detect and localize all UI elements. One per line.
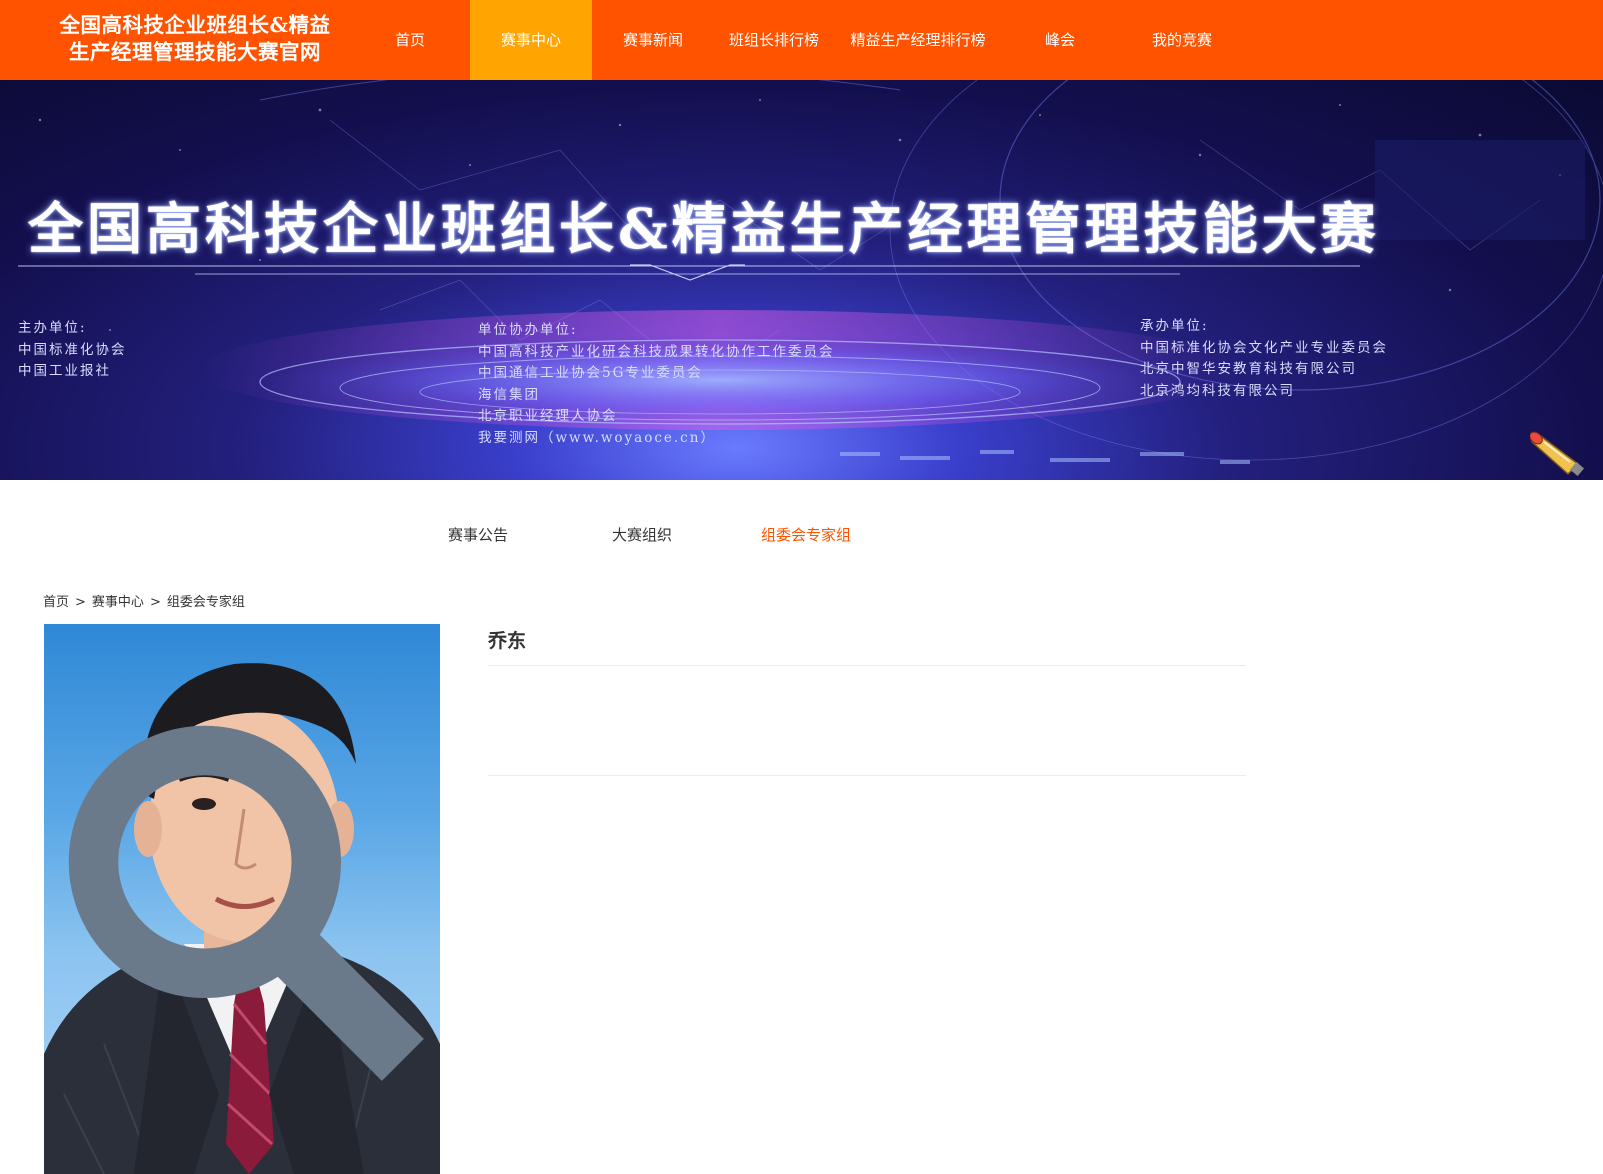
divider xyxy=(488,775,1246,776)
breadcrumb-home[interactable]: 首页 xyxy=(43,595,69,610)
nav-item-team-leader-ranking[interactable]: 班组长排行榜 xyxy=(718,0,830,80)
breadcrumb: 首页 > 赛事中心 > 组委会专家组 xyxy=(43,591,245,610)
co-organizer: 北京职业经理人协会 xyxy=(478,408,618,424)
logo-line-1: 全国高科技企业班组长&精益 xyxy=(59,13,331,37)
breadcrumb-separator: > xyxy=(75,595,86,610)
undertaker: 北京鸿均科技有限公司 xyxy=(1140,382,1295,399)
co-organizers: 单位协办单位: 中国高科技产业化研会科技成果转化协作工作委员会 中国通信工业协会… xyxy=(478,320,835,449)
megaphone-icon[interactable] xyxy=(1530,412,1600,480)
site-logo[interactable]: 全国高科技企业班组长&精益 生产经理管理技能大赛官网 xyxy=(40,12,350,66)
breadcrumb-separator: > xyxy=(149,595,161,610)
nav-item-summit[interactable]: 峰会 xyxy=(1012,0,1108,80)
nav-item-my-competition[interactable]: 我的竞赛 xyxy=(1130,0,1234,80)
logo-line-2: 生产经理管理技能大赛官网 xyxy=(69,40,321,64)
co-organizer: 我要测网（www.woyaoce.cn） xyxy=(478,429,716,446)
nav-item-home[interactable]: 首页 xyxy=(362,0,458,80)
expert-photo[interactable] xyxy=(44,624,440,1174)
top-nav-bar: 全国高科技企业班组长&精益 生产经理管理技能大赛官网 首页 赛事中心 赛事新闻 … xyxy=(0,0,1603,80)
breadcrumb-event-center[interactable]: 赛事中心 xyxy=(92,595,144,610)
host-organizations: 主办单位: 中国标准化协会 中国工业报社 xyxy=(18,318,127,383)
breadcrumb-current[interactable]: 组委会专家组 xyxy=(167,595,245,610)
hero-banner: 全国高科技企业班组长&精益生产经理管理技能大赛 主办单位: 中国标准化协会 中国… xyxy=(0,80,1603,480)
undertaker: 中国标准化协会文化产业专业委员会 xyxy=(1140,339,1388,356)
co-organizer: 中国通信工业协会5G专业委员会 xyxy=(478,365,703,381)
divider xyxy=(488,665,1246,666)
nav-item-lean-manager-ranking[interactable]: 精益生产经理排行榜 xyxy=(840,0,996,80)
co-organizer: 海信集团 xyxy=(478,386,540,403)
host-label: 主办单位: xyxy=(18,320,87,336)
co-organizer: 中国高科技产业化研会科技成果转化协作工作委员会 xyxy=(478,343,835,360)
nav-item-event-news[interactable]: 赛事新闻 xyxy=(605,0,701,80)
tab-expert-group[interactable]: 组委会专家组 xyxy=(761,524,851,545)
undertaker: 北京中智华安教育科技有限公司 xyxy=(1140,361,1357,377)
tab-organization[interactable]: 大赛组织 xyxy=(612,524,672,545)
undertaker-label: 承办单位: xyxy=(1140,318,1209,334)
host-org: 中国工业报社 xyxy=(18,363,111,379)
co-organizer-label: 单位协办单位: xyxy=(478,322,578,338)
host-org: 中国标准化协会 xyxy=(18,341,127,358)
tab-announcements[interactable]: 赛事公告 xyxy=(448,524,508,545)
expert-name: 乔东 xyxy=(488,630,527,652)
nav-item-event-center[interactable]: 赛事中心 xyxy=(470,0,592,80)
magnifier-icon[interactable] xyxy=(44,624,440,1174)
banner-title: 全国高科技企业班组长&精益生产经理管理技能大赛 xyxy=(28,196,1380,261)
undertakers: 承办单位: 中国标准化协会文化产业专业委员会 北京中智华安教育科技有限公司 北京… xyxy=(1140,316,1388,402)
